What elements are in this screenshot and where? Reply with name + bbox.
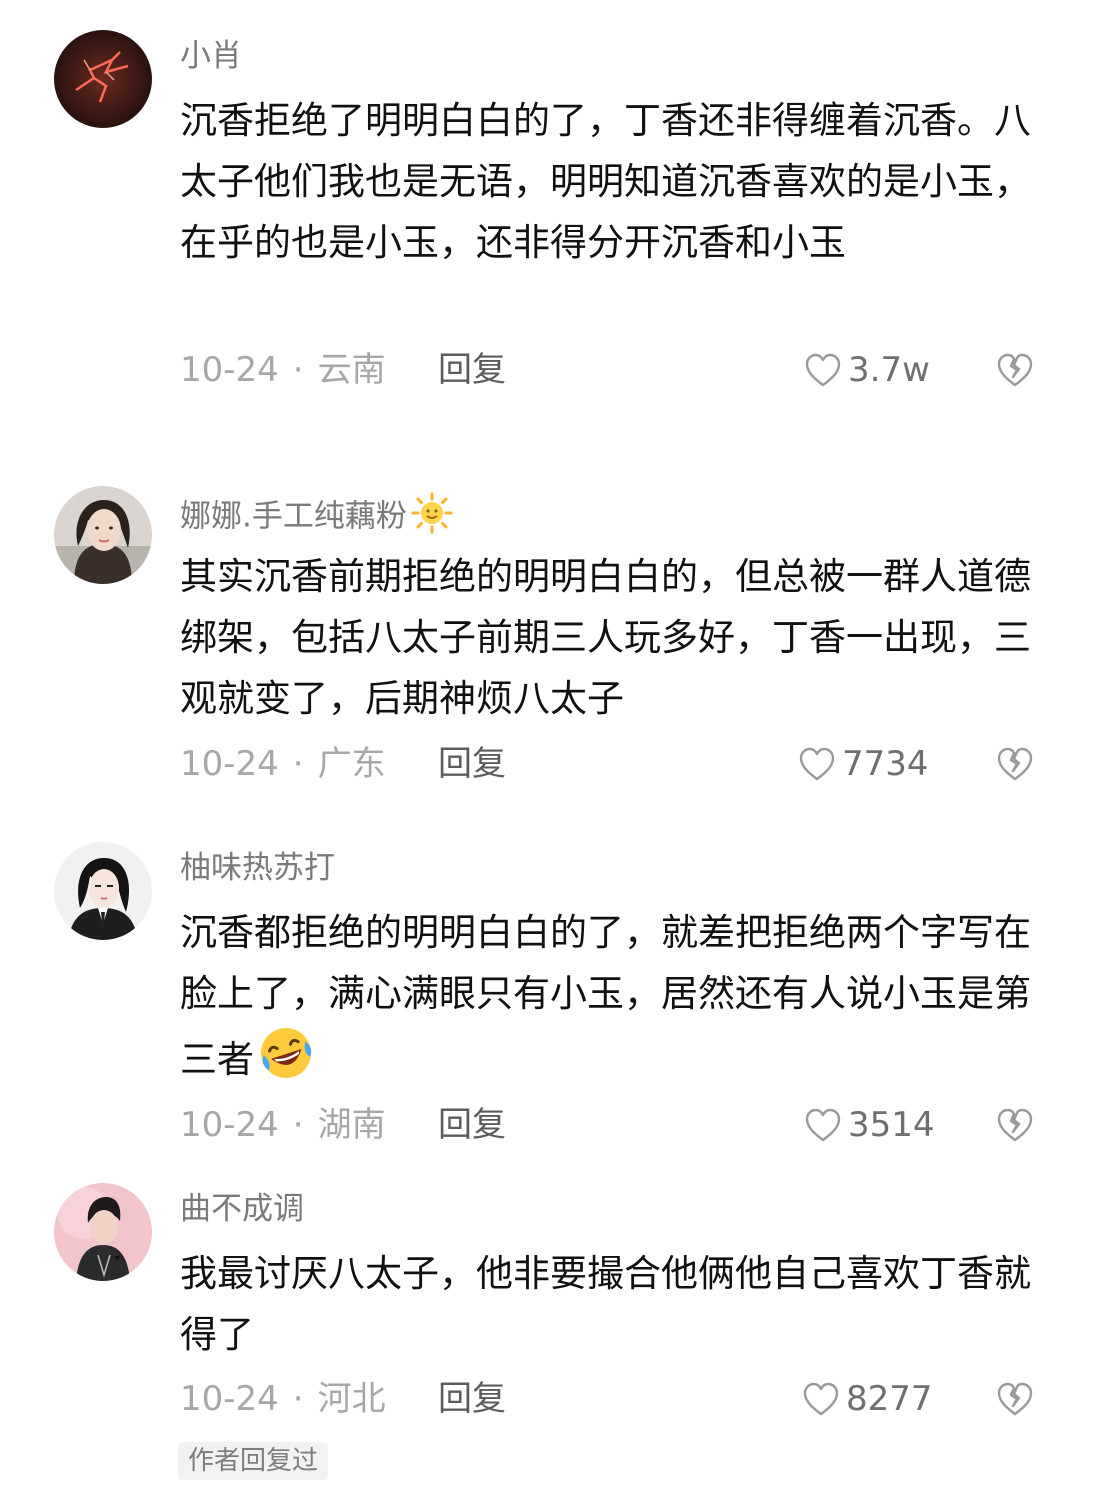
comment-meta: 10-24 · 河北 — [180, 1379, 386, 1419]
dislike-button[interactable] — [995, 1379, 1035, 1419]
broken-heart-icon — [997, 1382, 1033, 1416]
comment-item: 曲不成调 我最讨厌八太子，他非要撮合他俩他自己喜欢丁香就得了 10-24 · 河北 … — [0, 0, 1100, 1495]
reply-button[interactable]: 回复 — [438, 1377, 506, 1421]
like-count: 8277 — [846, 1379, 933, 1419]
comment-date: 10-24 — [180, 1379, 279, 1419]
comment-location: 河北 — [317, 1379, 386, 1419]
author-replied-badge[interactable]: 作者回复过 — [178, 1442, 329, 1480]
heart-icon — [803, 1382, 839, 1416]
avatar[interactable] — [54, 1183, 152, 1281]
like-button[interactable]: 8277 — [802, 1377, 933, 1421]
username[interactable]: 曲不成调 — [180, 1189, 304, 1229]
comment-text: 我最讨厌八太子，他非要撮合他俩他自己喜欢丁香就得了 — [180, 1252, 1031, 1356]
